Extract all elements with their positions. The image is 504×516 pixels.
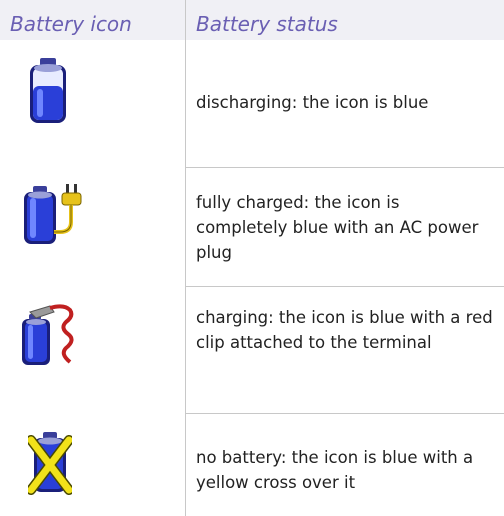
header-battery-status: Battery status: [196, 12, 338, 36]
battery-discharging-icon: [30, 58, 66, 123]
status-text-no-battery: no battery: the icon is blue with a yell…: [196, 448, 474, 492]
status-text-fully-charged: fully charged: the icon is completely bl…: [196, 193, 479, 262]
status-text-discharging: discharging: the icon is blue: [196, 93, 429, 112]
row-divider: [185, 413, 504, 414]
row-divider: [185, 286, 504, 287]
status-text-charging: charging: the icon is blue with a red cl…: [196, 308, 493, 352]
column-divider: [185, 0, 186, 516]
no-battery-cross-icon: [28, 432, 72, 495]
battery-fully-charged-plug-icon: [24, 184, 82, 244]
header-battery-icon: Battery icon: [10, 12, 132, 36]
battery-charging-clip-icon: [22, 304, 74, 365]
table-header: Battery icon Battery status: [0, 0, 504, 40]
row-divider: [185, 167, 504, 168]
